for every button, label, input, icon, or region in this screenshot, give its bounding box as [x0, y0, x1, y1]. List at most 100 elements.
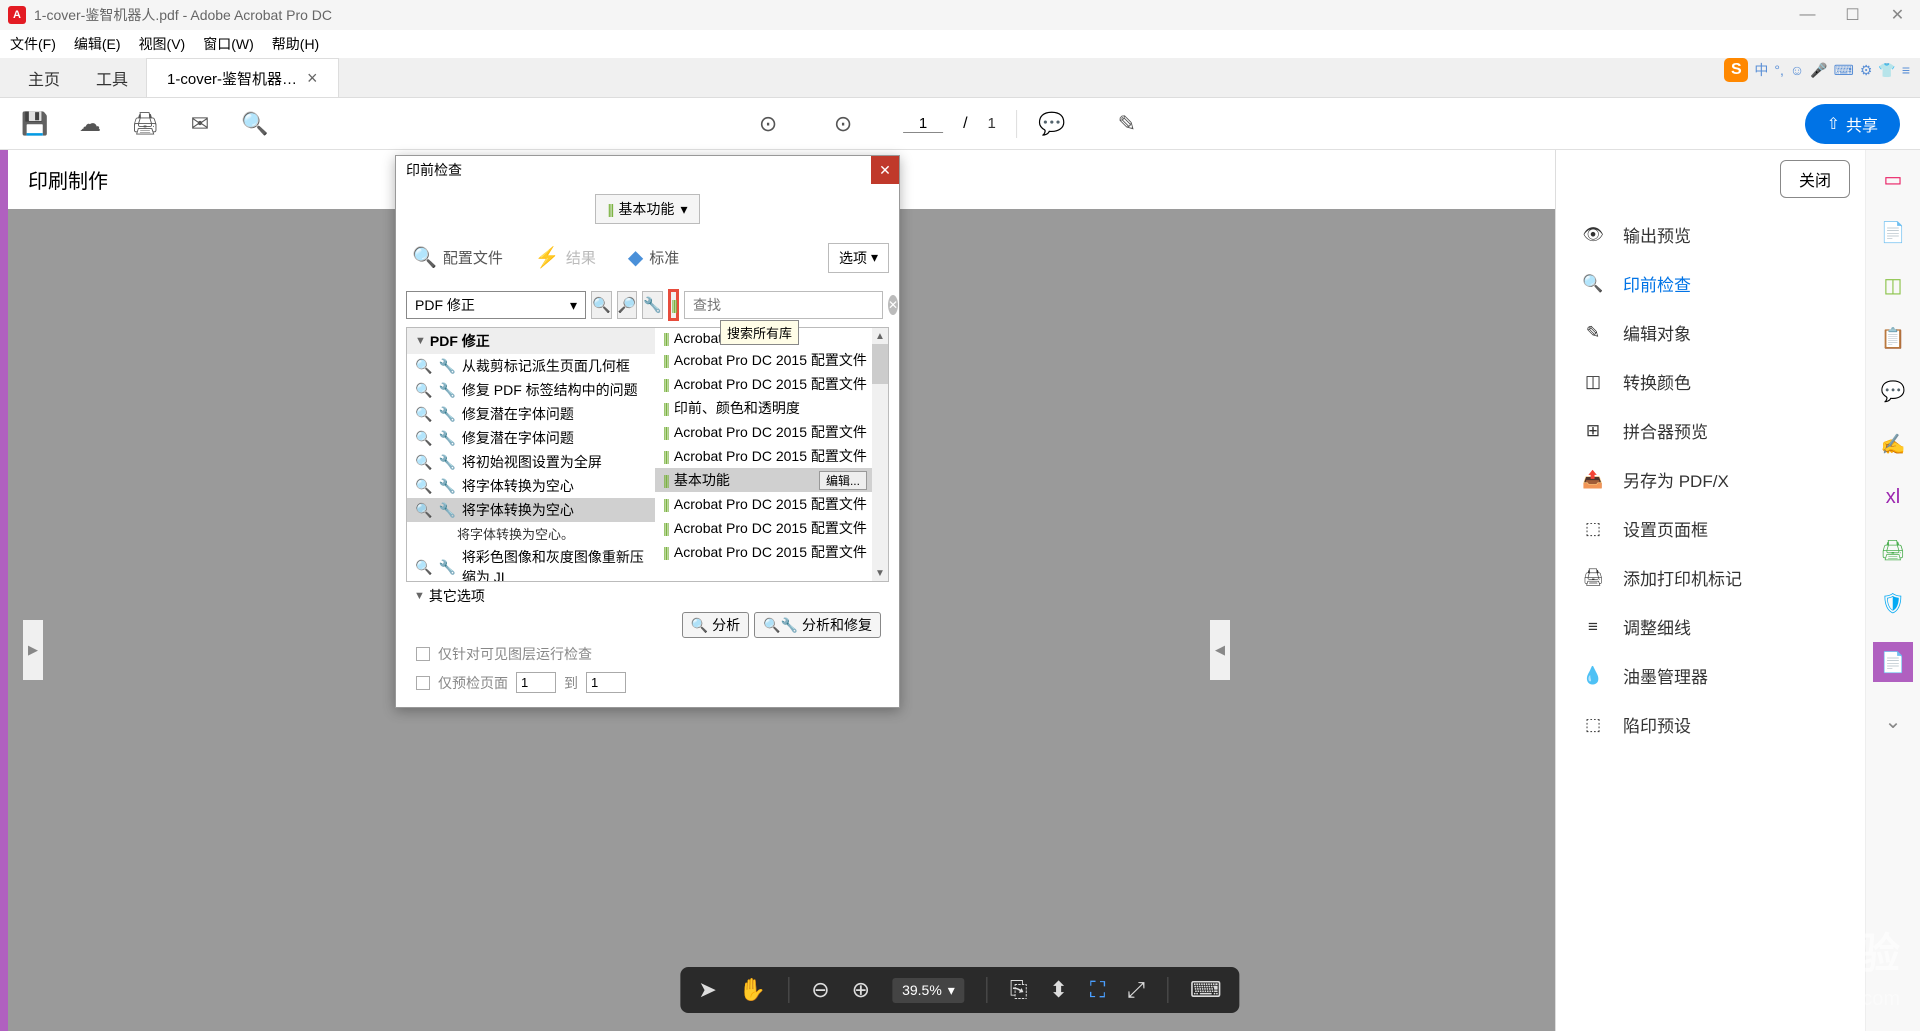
- fixup-row[interactable]: 将字体转换为空心。: [407, 522, 655, 545]
- rail-edit-icon[interactable]: 📋: [1879, 324, 1907, 352]
- ime-shirt-icon[interactable]: 👕: [1878, 62, 1895, 79]
- ime-emoji-icon[interactable]: ☺: [1790, 62, 1804, 78]
- fullscreen-icon[interactable]: ⤢: [1127, 977, 1145, 1003]
- page-up-icon[interactable]: ⊙: [753, 109, 783, 139]
- cursor-icon[interactable]: ➤: [698, 977, 716, 1003]
- fixups-list[interactable]: ▼ PDF 修正 🔍🔧从裁剪标记派生页面几何框🔍🔧修复 PDF 标签结构中的问题…: [407, 328, 655, 581]
- analyze-button[interactable]: 🔍 分析: [682, 612, 749, 638]
- zoom-out-icon[interactable]: ⊖: [811, 977, 829, 1003]
- fixup-row[interactable]: 🔍🔧将彩色图像和灰度图像重新压缩为 JI: [407, 545, 655, 581]
- library-row[interactable]: |||Acrobat Pro DC 2015 配置文件: [655, 516, 888, 540]
- fixup-row[interactable]: 🔍🔧修复潜在字体问题: [407, 402, 655, 426]
- search-input[interactable]: [684, 291, 883, 319]
- library-row[interactable]: |||Acrobat Pro DC 2015 配置文件: [655, 540, 888, 564]
- tab-close-icon[interactable]: ×: [307, 68, 318, 89]
- maximize-button[interactable]: ☐: [1830, 0, 1875, 30]
- scrollbar[interactable]: ▲ ▼: [872, 328, 888, 581]
- hand-icon[interactable]: ✋: [739, 977, 766, 1003]
- collapse-arrow-icon[interactable]: ▼: [414, 590, 425, 602]
- sogou-ime-icon[interactable]: S: [1724, 58, 1748, 82]
- cloud-upload-icon[interactable]: ☁: [75, 109, 105, 139]
- right-panel-item[interactable]: 💧油墨管理器: [1556, 651, 1865, 700]
- rail-prepress-icon[interactable]: 📄: [1873, 642, 1913, 682]
- right-panel-item[interactable]: 🔍印前检查: [1556, 259, 1865, 308]
- tab-profiles[interactable]: 🔍 配置文件: [406, 239, 509, 276]
- page-down-icon[interactable]: ⊙: [828, 109, 858, 139]
- rail-measure-icon[interactable]: xl: [1879, 483, 1907, 511]
- ime-menu-icon[interactable]: ≡: [1902, 62, 1910, 78]
- menu-view[interactable]: 视图(V): [139, 34, 186, 54]
- rail-chevron-icon[interactable]: ⌄: [1879, 707, 1907, 735]
- rail-organize-icon[interactable]: ▭: [1879, 165, 1907, 193]
- menu-window[interactable]: 窗口(W): [203, 34, 254, 54]
- libraries-list[interactable]: |||Acrobat|||Acrobat Pro DC 2015 配置文件|||…: [655, 328, 888, 581]
- right-panel-item[interactable]: 📤另存为 PDF/X: [1556, 455, 1865, 504]
- scroll-down-icon[interactable]: ▼: [872, 565, 888, 581]
- library-row[interactable]: |||印前、颜色和透明度: [655, 396, 888, 420]
- clear-search-icon[interactable]: ✕: [888, 295, 898, 315]
- library-row[interactable]: |||Acrobat Pro DC 2015 配置文件: [655, 420, 888, 444]
- rail-sign-icon[interactable]: ✍: [1879, 430, 1907, 458]
- fit-page-icon[interactable]: ⎘: [1010, 977, 1028, 1003]
- tool-btn-2[interactable]: 🔎: [617, 291, 638, 319]
- comment-icon[interactable]: 💬: [1037, 109, 1067, 139]
- rail-export-icon[interactable]: 📄: [1879, 218, 1907, 246]
- library-dropdown[interactable]: ||| 基本功能 ▾: [595, 194, 701, 224]
- search-all-libraries-button[interactable]: |||: [668, 289, 679, 321]
- library-row[interactable]: |||Acrobat Pro DC 2015 配置文件: [655, 492, 888, 516]
- rail-print-icon[interactable]: 🖨: [1879, 536, 1907, 564]
- menu-help[interactable]: 帮助(H): [272, 34, 319, 54]
- rail-create-icon[interactable]: ◫: [1879, 271, 1907, 299]
- zoom-dropdown[interactable]: 39.5% ▾: [892, 978, 965, 1003]
- tool-btn-1[interactable]: 🔍: [591, 291, 612, 319]
- minimize-button[interactable]: —: [1785, 0, 1830, 30]
- window-close-button[interactable]: ✕: [1875, 0, 1920, 30]
- panel-close-button[interactable]: 关闭: [1780, 160, 1850, 198]
- fixup-row[interactable]: 🔍🔧将初始视图设置为全屏: [407, 450, 655, 474]
- fixup-row[interactable]: 🔍🔧将字体转换为空心: [407, 498, 655, 522]
- options-dropdown[interactable]: 选项 ▾: [828, 243, 889, 273]
- right-panel-item[interactable]: ◫转换颜色: [1556, 357, 1865, 406]
- fixup-row[interactable]: 🔍🔧修复 PDF 标签结构中的问题: [407, 378, 655, 402]
- dialog-close-button[interactable]: ✕: [871, 156, 899, 184]
- dialog-title[interactable]: 印前检查: [396, 156, 899, 184]
- page-to-input[interactable]: [586, 672, 626, 693]
- collapse-arrow-icon[interactable]: ▼: [415, 335, 426, 347]
- zoom-in-icon[interactable]: ⊕: [852, 977, 870, 1003]
- search-icon[interactable]: 🔍: [240, 109, 270, 139]
- ime-tool-icon[interactable]: ⚙: [1860, 62, 1873, 79]
- right-panel-item[interactable]: ⬚陷印预设: [1556, 700, 1865, 749]
- tool-btn-wrench[interactable]: 🔧: [642, 291, 663, 319]
- expand-right-icon[interactable]: ◀: [1210, 620, 1230, 680]
- page-number-input[interactable]: [903, 115, 943, 133]
- page-range-checkbox[interactable]: [416, 676, 430, 690]
- tab-results[interactable]: ⚡ 结果: [529, 239, 602, 276]
- menu-file[interactable]: 文件(F): [10, 34, 56, 54]
- share-button[interactable]: ⇧ 共享: [1805, 104, 1900, 144]
- fit-width-icon[interactable]: ⬍: [1049, 977, 1067, 1003]
- analyze-fix-button[interactable]: 🔍🔧 分析和修复: [754, 612, 881, 638]
- fit-visible-icon[interactable]: ⛶: [1090, 977, 1105, 1003]
- library-row[interactable]: |||基本功能编辑...▾: [655, 468, 888, 492]
- ime-keyboard-icon[interactable]: ⌨: [1834, 62, 1854, 79]
- library-row[interactable]: |||Acrobat Pro DC 2015 配置文件: [655, 444, 888, 468]
- ime-mic-icon[interactable]: 🎤: [1810, 62, 1827, 79]
- rail-comment-icon[interactable]: 💬: [1879, 377, 1907, 405]
- library-row[interactable]: |||Acrobat Pro DC 2015 配置文件: [655, 348, 888, 372]
- ime-punct-icon[interactable]: °,: [1774, 62, 1784, 78]
- fixup-row[interactable]: 🔍🔧从裁剪标记派生页面几何框: [407, 354, 655, 378]
- tab-tools[interactable]: 工具: [78, 58, 146, 97]
- expand-left-icon[interactable]: ▶: [23, 620, 43, 680]
- right-panel-item[interactable]: ✎编辑对象: [1556, 308, 1865, 357]
- highlight-icon[interactable]: ✎: [1112, 109, 1142, 139]
- print-icon[interactable]: 🖨: [130, 109, 160, 139]
- scroll-up-icon[interactable]: ▲: [872, 328, 888, 344]
- visible-layers-checkbox[interactable]: [416, 647, 430, 661]
- filter-dropdown[interactable]: PDF 修正 ▾: [406, 291, 586, 319]
- right-panel-item[interactable]: ⬚设置页面框: [1556, 504, 1865, 553]
- tab-standards[interactable]: ◆ 标准: [622, 239, 685, 276]
- keyboard-icon[interactable]: ⌨: [1190, 977, 1222, 1003]
- menu-edit[interactable]: 编辑(E): [74, 34, 121, 54]
- edit-button[interactable]: 编辑...: [819, 471, 867, 490]
- right-panel-item[interactable]: ⊞拼合器预览: [1556, 406, 1865, 455]
